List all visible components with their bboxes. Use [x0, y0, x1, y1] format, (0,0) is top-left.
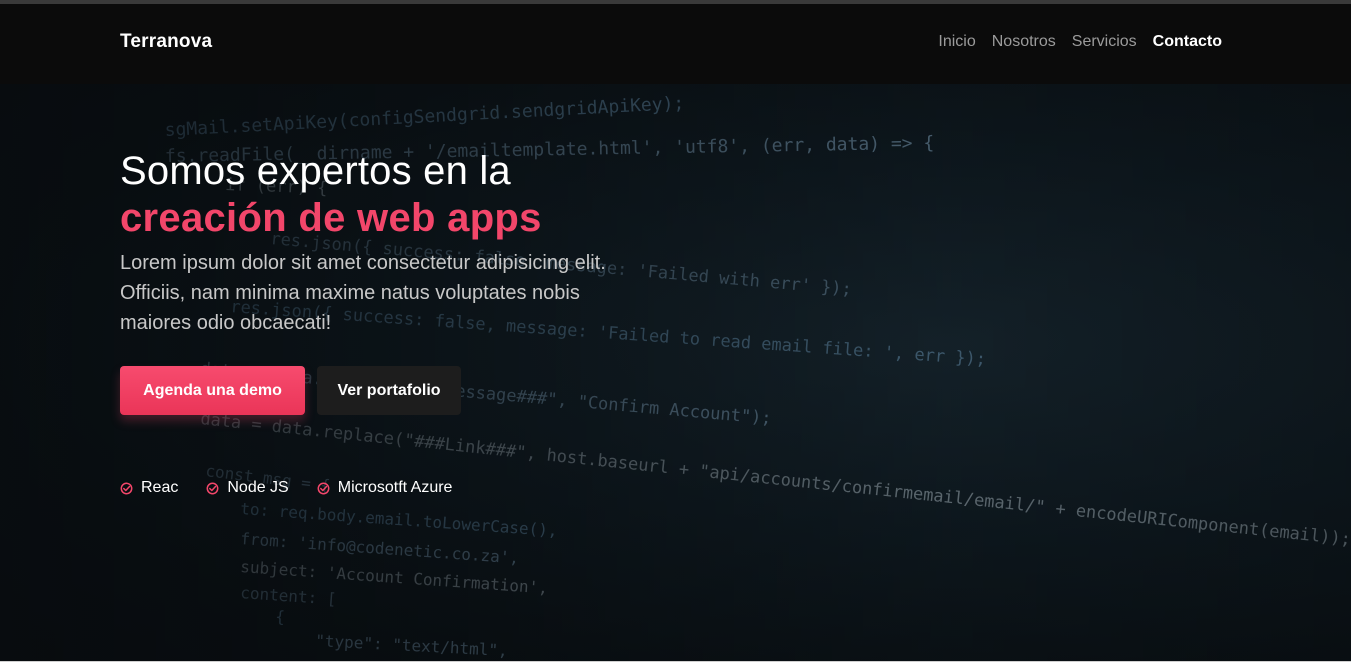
navbar: Terranova Inicio Nosotros Servicios Cont…	[0, 4, 1351, 84]
tech-item-react: Reac	[120, 479, 178, 497]
nav-item-servicios[interactable]: Servicios	[1072, 33, 1137, 51]
tech-item-nodejs: Node JS	[206, 479, 289, 497]
tech-item-azure: Microsotft Azure	[317, 479, 453, 497]
hero-headline-accent: creación de web apps	[120, 196, 542, 240]
nav-item-contacto[interactable]: Contacto	[1153, 33, 1222, 51]
schedule-demo-button[interactable]: Agenda una demo	[120, 366, 305, 415]
tech-label: Reac	[141, 479, 179, 496]
tech-label: Node JS	[227, 479, 289, 496]
hero-content: Somos expertos en la creación de web app…	[120, 148, 680, 497]
hero-description: Lorem ipsum dolor sit amet consectetur a…	[120, 252, 606, 334]
check-circle-icon	[317, 482, 330, 494]
view-portfolio-button[interactable]: Ver portafolio	[317, 366, 461, 415]
hero-section: sgMail.setApiKey(configSendgrid.sendgrid…	[0, 84, 1351, 662]
tech-label: Microsotft Azure	[337, 479, 453, 496]
brand-logo[interactable]: Terranova	[120, 31, 212, 53]
nav-menu: Inicio Nosotros Servicios Contacto	[938, 33, 1222, 51]
nav-item-nosotros[interactable]: Nosotros	[992, 33, 1056, 51]
check-circle-icon	[120, 482, 133, 494]
check-circle-icon	[206, 482, 219, 494]
cta-buttons: Agenda una demo Ver portafolio	[120, 366, 680, 415]
nav-item-inicio[interactable]: Inicio	[938, 33, 975, 51]
technology-list: Reac Node JS Microsotft Azure	[120, 479, 680, 497]
hero-headline: Somos expertos en la	[120, 149, 511, 193]
